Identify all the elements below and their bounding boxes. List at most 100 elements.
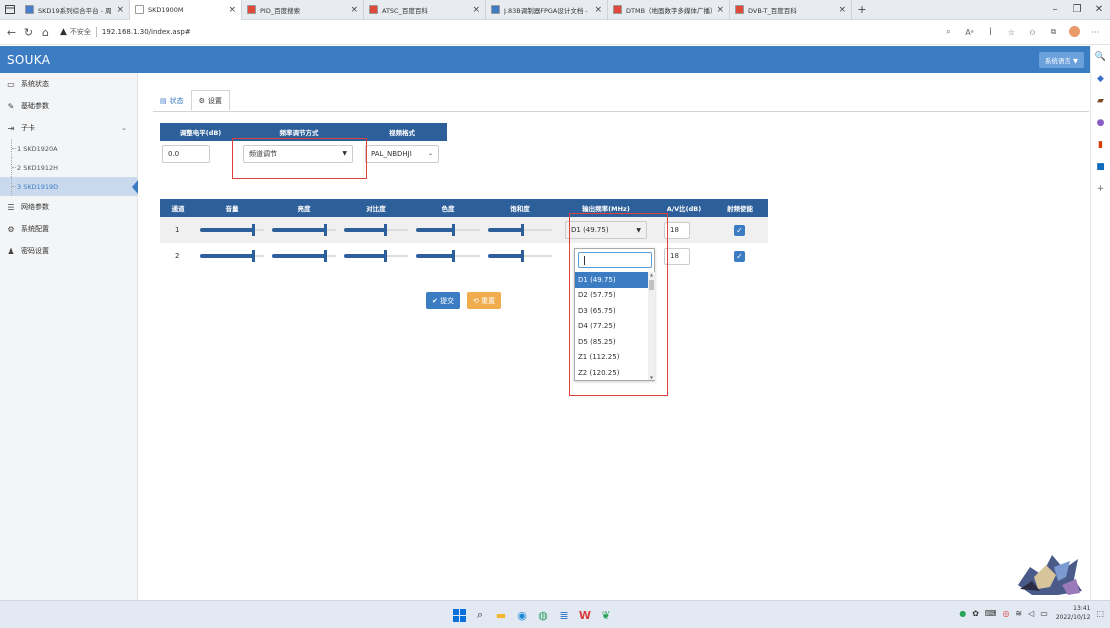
new-tab-button[interactable]: + <box>852 3 872 16</box>
tab-close-icon[interactable]: × <box>472 5 480 15</box>
tab-close-icon[interactable]: × <box>116 5 124 15</box>
monitor-icon: ▭ <box>7 79 15 89</box>
wps-icon[interactable]: W <box>576 606 594 624</box>
brightness-slider[interactable] <box>272 249 336 263</box>
slider-thumb[interactable] <box>384 224 387 236</box>
sidebar-subitem[interactable]: 3 SKD1919D <box>0 177 138 196</box>
sidebar-item[interactable]: ⇥ 子卡 ⌄ <box>0 117 137 139</box>
rf-enable-checkbox[interactable]: ✓ <box>734 224 745 236</box>
volume-slider[interactable] <box>200 223 264 237</box>
browser-tab[interactable]: ATSC_百度百科 × <box>364 0 486 20</box>
collections-icon[interactable]: ⧉ <box>1043 27 1064 37</box>
refresh-icon[interactable]: ↻ <box>20 26 37 39</box>
sidebar-item[interactable]: ▭ 系统状态 <box>0 73 137 95</box>
reset-button[interactable]: ⟲ 重置 <box>467 292 502 309</box>
browser-tab[interactable]: SKD19系列综合平台 - 周用数字 × <box>20 0 130 20</box>
sidebar-subitem[interactable]: 2 SKD1912H <box>0 158 137 177</box>
slider-thumb[interactable] <box>521 250 524 262</box>
contrast-slider[interactable] <box>344 223 408 237</box>
start-icon[interactable] <box>450 606 468 624</box>
column-header: 亮度 <box>268 199 340 217</box>
slider-thumb[interactable] <box>384 250 387 262</box>
home-icon[interactable]: ⌂ <box>37 26 54 39</box>
read-aloud-icon[interactable]: Aᵃ <box>959 28 980 37</box>
saturation-slider[interactable] <box>488 249 552 263</box>
sidebar-item[interactable]: ⚙ 系统配置 <box>0 218 137 240</box>
tab-close-icon[interactable]: × <box>350 5 358 15</box>
add-sidebar-icon[interactable]: + <box>1091 178 1110 200</box>
volume-slider[interactable] <box>200 249 264 263</box>
level-input[interactable]: 0.0 <box>162 144 210 163</box>
search-page-icon[interactable]: ⌕ <box>938 27 959 37</box>
rf-enable-checkbox[interactable]: ✓ <box>734 250 745 262</box>
back-icon[interactable]: ← <box>3 26 20 39</box>
column-header: 射频使能 <box>712 199 768 217</box>
browser-tab[interactable]: SKD1900M × <box>130 0 242 20</box>
notification-icon[interactable]: ⬚ <box>1096 609 1104 618</box>
slider-thumb[interactable] <box>252 224 255 236</box>
outlook-icon[interactable]: ■ <box>1091 156 1110 178</box>
search-icon[interactable]: 🔍 <box>1091 46 1110 68</box>
favorites-bar-icon[interactable]: ✩ <box>1022 28 1043 37</box>
saturation-slider[interactable] <box>488 223 552 237</box>
slider-thumb[interactable] <box>324 224 327 236</box>
slider-thumb[interactable] <box>452 224 455 236</box>
profile-avatar[interactable] <box>1064 25 1085 39</box>
notepad-icon[interactable]: ≣ <box>555 606 573 624</box>
tray-app-icon[interactable]: ● <box>959 609 966 618</box>
tab-close-icon[interactable]: × <box>838 5 846 15</box>
edge-browser-icon[interactable]: ◉ <box>513 606 531 624</box>
contrast-slider[interactable] <box>344 249 408 263</box>
tab-close-icon[interactable]: × <box>594 5 602 15</box>
tab-status[interactable]: ▤ 状态 <box>153 90 191 111</box>
file-explorer-icon[interactable]: ▬ <box>492 606 510 624</box>
browser-tab[interactable]: J.83B调制器FPGA设计文档 - 知 × <box>486 0 608 20</box>
taskbar-search-icon[interactable]: ⌕ <box>471 606 489 624</box>
tag-icon[interactable]: ◆ <box>1091 68 1110 90</box>
url-input[interactable]: 192.168.1.30/index.asp# <box>102 28 191 36</box>
brightness-slider[interactable] <box>272 223 336 237</box>
insecure-label[interactable]: 不安全 <box>70 27 91 37</box>
more-icon[interactable]: ··· <box>1085 28 1106 37</box>
game-icon[interactable]: ● <box>1091 112 1110 134</box>
app-icon[interactable]: ❦ <box>597 606 615 624</box>
slider-thumb[interactable] <box>252 250 255 262</box>
browser-tab[interactable]: DVB-T_百度百科 × <box>730 0 852 20</box>
restore-icon[interactable]: ❐ <box>1066 4 1088 15</box>
battery-icon[interactable]: ▭ <box>1040 609 1048 618</box>
favorite-icon[interactable]: ☆ <box>1001 28 1022 37</box>
close-window-icon[interactable]: ✕ <box>1088 4 1110 15</box>
browser-tab[interactable]: PID_百度搜索 × <box>242 0 364 20</box>
tab-favicon-icon <box>25 5 34 14</box>
slider-thumb[interactable] <box>324 250 327 262</box>
tab-actions-icon[interactable] <box>0 0 20 20</box>
translate-icon[interactable]: ꟾ <box>980 28 1001 37</box>
tab-close-icon[interactable]: × <box>716 5 724 15</box>
office-icon[interactable]: ▮ <box>1091 134 1110 156</box>
slider-thumb[interactable] <box>452 250 455 262</box>
sidebar-item[interactable]: ✎ 基础参数 <box>0 95 137 117</box>
tab-favicon-icon <box>135 5 144 14</box>
hue-slider[interactable] <box>416 249 480 263</box>
clock[interactable]: 13:41 2022/10/12 <box>1056 604 1091 622</box>
warning-icon[interactable]: ▲ <box>60 27 67 37</box>
sidebar-item[interactable]: ☰ 网络参数 <box>0 196 137 218</box>
tray-keyboard-icon[interactable]: ⌨ <box>985 609 997 618</box>
briefcase-icon[interactable]: ▰ <box>1091 90 1110 112</box>
sidebar-subitem[interactable]: 1 SKD1920A <box>0 139 137 158</box>
volume-icon[interactable]: ◁ <box>1028 609 1034 618</box>
language-button[interactable]: 系统语言 ▼ <box>1038 51 1084 68</box>
minimize-icon[interactable]: – <box>1044 4 1066 15</box>
slider-thumb[interactable] <box>521 224 524 236</box>
sidebar-item[interactable]: ♟ 密码设置 <box>0 240 137 262</box>
hue-slider[interactable] <box>416 223 480 237</box>
tab-settings[interactable]: ⚙ 设置 <box>190 90 230 111</box>
video-format-select[interactable]: PAL_NBDHJI ⌄ <box>365 144 439 163</box>
submit-button[interactable]: ✔ 提交 <box>426 292 461 309</box>
tray-weibo-icon[interactable]: ◎ <box>1002 609 1009 618</box>
chrome-icon[interactable]: ◍ <box>534 606 552 624</box>
wifi-icon[interactable]: ≋ <box>1015 609 1022 618</box>
tab-close-icon[interactable]: × <box>228 5 236 15</box>
browser-tab[interactable]: DTMB（地面数字多媒体广播） × <box>608 0 730 20</box>
tray-baidu-icon[interactable]: ✿ <box>972 609 979 618</box>
